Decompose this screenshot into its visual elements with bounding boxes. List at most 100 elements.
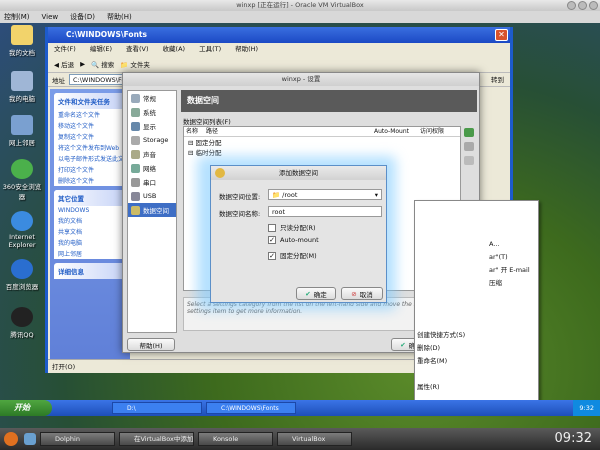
menu-item-delete[interactable]: 删除(D)	[415, 342, 538, 355]
vbox-window-controls	[567, 1, 598, 10]
qq-icon	[11, 307, 33, 327]
browser-icon	[11, 259, 33, 279]
task-copy[interactable]: 复制这个文件	[54, 131, 126, 142]
explorer-toolbar: ◀ 后退 ▶ 🔍 搜索 📁 文件夹	[48, 55, 510, 73]
panel-title[interactable]: 其它位置	[54, 190, 126, 206]
desktop-icon-network[interactable]: 网上邻居	[0, 115, 44, 147]
remove-share-icon[interactable]	[464, 156, 474, 165]
place-network[interactable]: 网上邻居	[54, 248, 126, 259]
nav-system[interactable]: 系统	[128, 105, 176, 119]
close-button[interactable]: ✕	[495, 29, 508, 41]
place-my-computer[interactable]: 我的电脑	[54, 237, 126, 248]
col-path[interactable]: 路径	[204, 127, 374, 136]
desktop-icon-my-computer[interactable]: 我的电脑	[0, 71, 44, 103]
tray-clock: 9:32	[579, 404, 594, 412]
menu-item[interactable]	[415, 303, 538, 316]
desktop-icon-qq[interactable]: 腾讯QQ	[0, 307, 44, 339]
disk-icon	[131, 135, 140, 145]
share-cancel-button[interactable]: ⊘ 取消	[341, 287, 383, 300]
menu-machine[interactable]: 控制(M)	[4, 11, 30, 23]
desktop-icon-ie[interactable]: Internet Explorer	[0, 211, 44, 249]
menu-item[interactable]: ar"(T)	[415, 251, 538, 264]
maximize-button[interactable]	[578, 1, 587, 10]
go-button[interactable]: 转到	[491, 74, 504, 84]
host-task-firefox[interactable]: 在VirtualBox中添加共...	[119, 432, 194, 446]
help-button[interactable]: 帮助(H)	[127, 338, 175, 351]
task-rename[interactable]: 重命名这个文件	[54, 109, 126, 120]
app-launcher-icon[interactable]	[4, 432, 18, 446]
host-task-dolphin[interactable]: Dolphin	[40, 432, 115, 446]
minimize-button[interactable]	[567, 1, 576, 10]
automount-checkbox[interactable]: ✓ Auto-mount	[268, 236, 319, 244]
address-input[interactable]: C:\WINDOWS\Fonts	[69, 74, 136, 85]
menu-edit[interactable]: 编辑(E)	[90, 43, 112, 55]
place-my-documents[interactable]: 我的文档	[54, 215, 126, 226]
panel-title[interactable]: 文件和文件夹任务	[54, 93, 126, 109]
nav-general[interactable]: 常规	[128, 91, 176, 105]
usb-icon	[131, 191, 140, 201]
task-move[interactable]: 移动这个文件	[54, 120, 126, 131]
menu-devices[interactable]: 设备(D)	[70, 11, 95, 23]
nav-display[interactable]: 显示	[128, 119, 176, 133]
task-publish[interactable]: 将这个文件发布到Web	[54, 142, 126, 153]
task-delete[interactable]: 删除这个文件	[54, 175, 126, 186]
menu-item[interactable]	[415, 316, 538, 329]
desktop-icon[interactable]	[24, 433, 36, 445]
serial-port-icon	[131, 177, 140, 187]
menu-help[interactable]: 帮助(H)	[107, 11, 132, 23]
cancel-icon: ⊘	[351, 289, 357, 298]
col-name[interactable]: 名称	[184, 127, 204, 136]
desktop-icon-360-browser[interactable]: 360安全浏览器	[0, 159, 44, 201]
nav-shared-folders[interactable]: 数据空间	[128, 203, 176, 217]
table-row[interactable]: ⊟ 固定分配	[184, 137, 460, 147]
menu-item[interactable]	[415, 290, 538, 303]
folders-button[interactable]: 📁 文件夹	[120, 59, 150, 69]
host-task-konsole[interactable]: Konsole	[198, 432, 273, 446]
menu-view[interactable]: 查看(V)	[126, 43, 149, 55]
task-email[interactable]: 以电子邮件形式发送此文件	[54, 153, 126, 164]
table-header: 名称 路径 Auto-Mount 访问权限	[184, 127, 460, 137]
taskbar-item-d[interactable]: D:\	[112, 402, 202, 414]
name-input[interactable]: root	[268, 206, 382, 217]
vbox-title: winxp [正在运行] - Oracle VM VirtualBox	[236, 1, 364, 9]
menu-file[interactable]: 文件(F)	[54, 43, 76, 55]
panel-title[interactable]: 详细信息	[54, 263, 126, 279]
nav-audio[interactable]: 声音	[128, 147, 176, 161]
task-print[interactable]: 打印这个文件	[54, 164, 126, 175]
menu-item-properties[interactable]: 属性(R)	[415, 381, 538, 394]
menu-separator	[415, 368, 538, 381]
edit-share-icon[interactable]	[464, 142, 474, 151]
start-button[interactable]: 开始	[0, 400, 52, 416]
permanent-checkbox[interactable]: ✓ 固定分配(M)	[268, 250, 317, 260]
menu-help[interactable]: 帮助(H)	[235, 43, 258, 55]
menu-item[interactable]: 压缩	[415, 277, 538, 290]
path-select[interactable]: 📁 /root ▾	[268, 189, 382, 200]
forward-button[interactable]: ▶	[80, 60, 85, 68]
nav-network[interactable]: 网络	[128, 161, 176, 175]
col-automount[interactable]: Auto-Mount	[374, 127, 420, 136]
menu-tools[interactable]: 工具(T)	[199, 43, 221, 55]
menu-item[interactable]: ar" 开 E-mail	[415, 264, 538, 277]
col-access[interactable]: 访问权限	[420, 127, 460, 136]
add-share-icon[interactable]	[464, 128, 474, 137]
place-windows[interactable]: WINDOWS	[54, 206, 126, 215]
menu-view[interactable]: View	[42, 11, 59, 23]
search-button[interactable]: 🔍 搜索	[91, 59, 114, 69]
task-pane: 文件和文件夹任务 重命名这个文件 移动这个文件 复制这个文件 将这个文件发布到W…	[50, 89, 130, 359]
place-shared-docs[interactable]: 共享文档	[54, 226, 126, 237]
nav-usb[interactable]: USB	[128, 189, 176, 203]
menu-item-rename[interactable]: 重命名(M)	[415, 355, 538, 368]
menu-item-create-shortcut[interactable]: 创建快捷方式(S)	[415, 329, 538, 342]
desktop-icon-baidu-browser[interactable]: 百度浏览器	[0, 259, 44, 291]
back-button[interactable]: ◀ 后退	[54, 59, 74, 69]
nav-serial[interactable]: 串口	[128, 175, 176, 189]
menu-item[interactable]: A...	[415, 238, 538, 251]
menu-favorites[interactable]: 收藏(A)	[163, 43, 186, 55]
close-button[interactable]	[589, 1, 598, 10]
desktop-icon-my-documents[interactable]: 我的文档	[0, 25, 44, 57]
nav-storage[interactable]: Storage	[128, 133, 176, 147]
readonly-checkbox[interactable]: 只读分配(R)	[268, 222, 316, 232]
share-ok-button[interactable]: ✔ 确定	[296, 287, 336, 300]
host-task-virtualbox[interactable]: VirtualBox	[277, 432, 352, 446]
taskbar-item-fonts[interactable]: C:\WINDOWS\Fonts	[206, 402, 296, 414]
